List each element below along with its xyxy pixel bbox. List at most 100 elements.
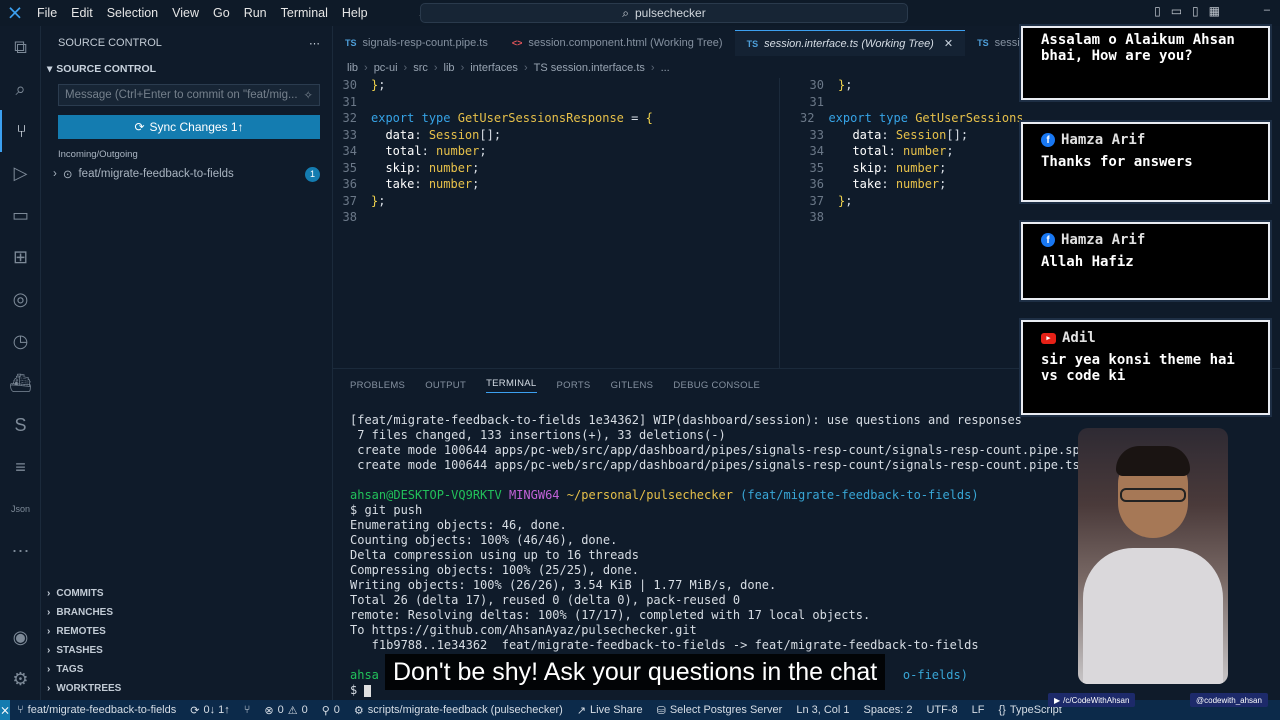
presenter-glasses: [1120, 488, 1186, 502]
remote-explorer-icon[interactable]: ▭: [0, 194, 41, 236]
breadcrumb-item[interactable]: src: [413, 62, 428, 74]
section-stashes[interactable]: › STASHES: [41, 641, 333, 660]
tab-terminal[interactable]: TERMINAL: [486, 378, 537, 393]
code-text: total: number;: [385, 144, 487, 158]
section-remotes[interactable]: › REMOTES: [41, 622, 333, 641]
menu-file[interactable]: File: [30, 0, 64, 26]
customize-layout-icon[interactable]: ▦: [1209, 4, 1220, 18]
close-icon[interactable]: ✕: [944, 37, 953, 50]
breadcrumb-item[interactable]: pc-ui: [374, 62, 398, 74]
menu-go[interactable]: Go: [206, 0, 237, 26]
menu-view[interactable]: View: [165, 0, 206, 26]
more-actions-icon[interactable]: ⋯: [309, 37, 320, 50]
minimize-icon[interactable]: –: [1264, 4, 1270, 16]
status-postgres[interactable]: ⛁ Select Postgres Server: [650, 704, 790, 717]
section-commits[interactable]: › COMMITS: [41, 584, 333, 603]
json-icon[interactable]: Json: [0, 488, 41, 530]
code-text: export type GetUserSessionsResponse = {: [828, 111, 1022, 125]
chat-author: Hamza Arif: [1061, 132, 1146, 148]
code-text: take: number;: [852, 177, 947, 191]
breadcrumb-item[interactable]: interfaces: [470, 62, 518, 74]
breadcrumb-item[interactable]: lib: [444, 62, 455, 74]
status-gitlens[interactable]: ⑂: [237, 704, 258, 716]
prompt-user: ahsan@DESKTOP-VQ9RKTV: [350, 488, 502, 502]
list-icon[interactable]: ≡: [0, 446, 41, 488]
status-liveshare[interactable]: ↗ Live Share: [570, 704, 650, 717]
menu-terminal[interactable]: Terminal: [274, 0, 335, 26]
editor-right-pane[interactable]: 30};3132export type GetUserSessionsRespo…: [800, 78, 1022, 368]
tab-debug-console[interactable]: DEBUG CONSOLE: [673, 380, 760, 391]
status-position[interactable]: Ln 3, Col 1: [789, 704, 856, 716]
code-line: 33 data: Session[];: [333, 128, 779, 145]
settings-gear-icon[interactable]: ⚙: [0, 658, 41, 700]
code-text: take: number;: [385, 177, 480, 191]
status-script[interactable]: ⚙ scripts/migrate-feedback (pulsechecker): [347, 704, 570, 717]
line-number: 32: [342, 111, 357, 125]
status-eol[interactable]: LF: [965, 704, 992, 716]
line-number: 30: [342, 78, 357, 92]
breadcrumb-item[interactable]: ...: [661, 62, 670, 74]
sparkle-icon[interactable]: ✧: [303, 88, 313, 102]
tab-session-interface[interactable]: TS session.interface.ts (Working Tree) ✕: [734, 30, 966, 56]
source-control-icon[interactable]: ⑂: [0, 110, 41, 152]
sync-changes-button[interactable]: ⟳ Sync Changes 1↑: [58, 115, 320, 139]
remote-indicator-icon[interactable]: ⨯: [0, 700, 11, 720]
more-icon[interactable]: ⋯: [0, 530, 41, 572]
menu-selection[interactable]: Selection: [100, 0, 165, 26]
code-text: };: [371, 78, 386, 92]
tab-gitlens[interactable]: GITLENS: [611, 380, 654, 391]
editor-left-pane[interactable]: 30}; 31 32 export type GetUserSessionsRespo…: [333, 78, 779, 368]
explorer-icon[interactable]: ⧉: [0, 26, 41, 68]
code-line: 31: [333, 95, 779, 112]
line-number: 36: [342, 177, 357, 191]
webcam-video: [1078, 428, 1228, 684]
status-ports[interactable]: ⚲ 0: [315, 704, 347, 717]
gitlens-icon: ⑂: [243, 704, 251, 716]
gitlens-icon[interactable]: ◎: [0, 278, 41, 320]
outgoing-branch-item[interactable]: › ⊙ feat/migrate-feedback-to-fields 1: [41, 163, 332, 185]
search-icon[interactable]: ⌕: [0, 68, 41, 110]
breadcrumb-separator: ›: [403, 62, 408, 74]
command-center-search[interactable]: ⌕ pulsechecker: [420, 3, 908, 23]
tab-output[interactable]: OUTPUT: [425, 380, 466, 391]
status-branch[interactable]: ⑂ feat/migrate-feedback-to-fields: [10, 704, 183, 716]
liveshare-icon: ↗: [576, 704, 587, 717]
status-sync[interactable]: ⟳ 0↓ 1↑: [183, 704, 237, 717]
tab-ports[interactable]: PORTS: [557, 380, 591, 391]
line-number: 35: [809, 160, 824, 175]
tab-signals-resp-count[interactable]: TS signals-resp-count.pipe.ts: [333, 30, 500, 56]
code-line: 30};: [800, 78, 1022, 95]
breadcrumb-item[interactable]: TS session.interface.ts: [534, 62, 645, 74]
line-number: 33: [342, 127, 357, 142]
docker-icon[interactable]: ⛴: [0, 362, 41, 404]
run-debug-icon[interactable]: ▷: [0, 152, 41, 194]
section-worktrees[interactable]: › WORKTREES: [41, 679, 333, 698]
commit-message-input[interactable]: Message (Ctrl+Enter to commit on "feat/m…: [58, 84, 320, 106]
toggle-panel-icon[interactable]: ▭: [1171, 4, 1182, 18]
breadcrumb-separator: ›: [364, 62, 368, 74]
s-extension-icon[interactable]: S: [0, 404, 41, 446]
chat-message: ▶ Adil sir yea konsi theme hai vs code ki: [1021, 320, 1270, 415]
status-encoding[interactable]: UTF-8: [919, 704, 964, 716]
timeline-icon[interactable]: ◷: [0, 320, 41, 362]
menu-run[interactable]: Run: [237, 0, 274, 26]
section-tags[interactable]: › TAGS: [41, 660, 333, 679]
tab-session-component-html[interactable]: <> session.component.html (Working Tree): [500, 30, 735, 56]
menu-help[interactable]: Help: [335, 0, 375, 26]
toggle-secondary-sidebar-icon[interactable]: ▯: [1192, 4, 1199, 18]
status-problems[interactable]: ⊗ 0 ⚠ 0: [257, 704, 314, 717]
code-text: skip: number;: [852, 160, 947, 175]
account-icon[interactable]: ◉: [0, 616, 41, 658]
source-control-section[interactable]: ▾ SOURCE CONTROL: [41, 60, 332, 78]
extensions-icon[interactable]: ⊞: [0, 236, 41, 278]
menu-edit[interactable]: Edit: [64, 0, 100, 26]
tab-problems[interactable]: PROBLEMS: [350, 380, 405, 391]
section-branches[interactable]: › BRANCHES: [41, 603, 333, 622]
breadcrumb-item[interactable]: lib: [347, 62, 358, 74]
typescript-icon: TS: [746, 38, 759, 49]
activity-bar: ⧉ ⌕ ⑂ ▷ ▭ ⊞ ◎ ◷ ⛴ S ≡ Json ⋯ ◉ ⚙: [0, 26, 41, 700]
chat-text: Assalam o Alaikum Ahsan bhai, How are yo…: [1041, 32, 1235, 64]
status-spaces[interactable]: Spaces: 2: [857, 704, 920, 716]
toggle-sidebar-icon[interactable]: ▯: [1154, 4, 1161, 18]
chevron-right-icon: ›: [47, 645, 51, 656]
